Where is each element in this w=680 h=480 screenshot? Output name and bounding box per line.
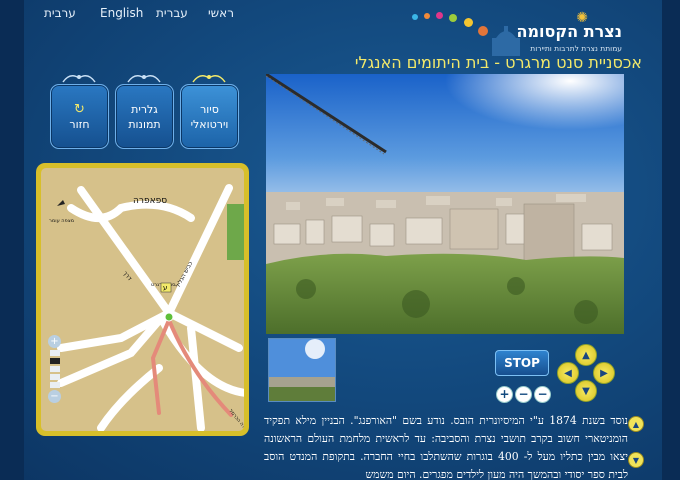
zoom-out-button[interactable]: − [515,386,532,403]
direction-pad: ▲ ◀ ▶ ▼ [557,344,615,402]
back-icon: ↻ [74,101,85,117]
scroll-up-icon[interactable]: ▲ [628,416,644,432]
zoom-in-button[interactable]: + [496,386,513,403]
logo-dot-icon [478,26,488,36]
map-marker-label: ע [163,284,167,292]
ornament-icon [127,75,161,83]
zoom-reset-button[interactable]: − [534,386,551,403]
logo-subtitle: עמותת נצרת לתרבות ותיירות [530,44,622,53]
ornament-icon [62,75,96,83]
map-streets: דרך כביש הגליל סנט מרגרט מצפה עומר מעלה … [49,184,244,431]
stop-button[interactable]: STOP [495,350,549,376]
map-frame: דרך כביש הגליל סנט מרגרט מצפה עומר מעלה … [36,163,249,436]
gallery-button[interactable]: גלרית תמונות [115,84,174,149]
nav-english-link[interactable]: English [100,6,143,20]
back-label: חזור [69,117,90,131]
arrow-right-icon[interactable]: ▶ [593,362,615,384]
map-zoom-control[interactable]: + − [48,335,62,403]
map-lookout-label: מצפה עומר [49,218,74,224]
panorama-image [266,74,624,334]
logo-dot-icon [436,12,443,19]
logo-dot-icon [424,13,430,19]
back-button[interactable]: ↻ חזור [50,84,109,149]
map-mount-label: מעלה הכרמל [227,408,244,431]
map-zoom-in-icon[interactable]: + [48,335,61,348]
site-logo[interactable]: ✺ נצרת הקסומה עמותת נצרת לתרבות ותיירות [412,8,642,58]
nav-home-link[interactable]: ראשי [208,6,234,20]
map-street-label: דרך [121,270,133,283]
virtual-tour-label-line1: סיור [200,102,219,116]
arrow-down-icon[interactable]: ▼ [575,380,597,402]
gallery-label-line2: תמונות [128,117,161,131]
panorama-view[interactable] [266,74,624,334]
virtual-tour-label-line2: וירטואלי [190,117,229,131]
logo-dot-icon [464,18,473,27]
left-edge-strip [0,0,24,480]
logo-dot-icon [412,14,418,20]
virtual-tour-button[interactable]: סיור וירטואלי [180,84,239,149]
logo-title: נצרת הקסומה [516,22,622,41]
gallery-label-line1: גלרית [131,102,158,116]
thumbnail-image [269,339,335,401]
arrow-left-icon[interactable]: ◀ [557,362,579,384]
nav-hebrew-link[interactable]: עברית [156,6,188,20]
ornament-active-icon [192,75,226,83]
site-description: נוסד בשנת 1874 ע"י המיסיונרית הובס. נודע… [264,414,628,480]
nav-arabic-link[interactable]: ערבית [44,6,76,20]
map[interactable]: דרך כביש הגליל סנט מרגרט מצפה עומר מעלה … [41,168,244,431]
map-zoom-out-icon[interactable]: − [48,390,61,403]
right-edge-strip [662,0,680,480]
logo-dot-icon [449,14,457,22]
virtual-tour-page: ערבית English עברית ראשי ✺ נצרת הקסומה ע… [0,0,680,480]
arrow-up-icon[interactable]: ▲ [575,344,597,366]
scroll-down-icon[interactable]: ▼ [628,452,644,468]
panorama-thumbnail[interactable] [268,338,336,402]
page-title: אכסניית סנט מרגרט - בית היתומים האנגלי [354,53,642,72]
map-area-label: ספאפרה [133,196,167,206]
